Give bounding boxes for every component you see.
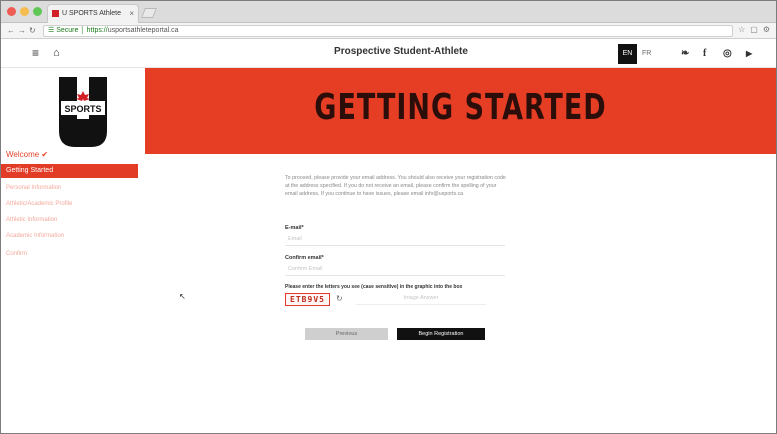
browser-tabbar: U SPORTS Athlete × xyxy=(1,1,776,23)
captcha-label: Please enter the letters you see (case s… xyxy=(285,284,463,290)
sidebar-item-getting-started[interactable]: Getting Started xyxy=(1,164,138,178)
sidebar-item-confirm[interactable]: Confirm xyxy=(6,251,27,257)
hero-banner: GETTING STARTED xyxy=(145,68,776,154)
new-tab-button[interactable] xyxy=(141,8,157,18)
tab-close-icon[interactable]: × xyxy=(129,5,134,22)
url-input[interactable]: ☰ Secure │ https://usportsathleteportal.… xyxy=(43,25,733,37)
back-icon[interactable]: ← xyxy=(7,25,15,36)
menu-icon[interactable]: ≡ xyxy=(32,47,39,59)
begin-registration-button[interactable]: Begin Registration xyxy=(397,328,485,340)
browser-window: U SPORTS Athlete × ← → ↻ ☰ Secure │ http… xyxy=(0,0,777,434)
language-en-button[interactable]: EN xyxy=(618,44,637,64)
minimize-window-button[interactable] xyxy=(20,7,29,16)
address-bar-row: ← → ↻ ☰ Secure │ https://usportsathletep… xyxy=(1,23,776,39)
browser-tab[interactable]: U SPORTS Athlete × xyxy=(47,4,139,23)
site-header: ≡ ⌂ Prospective Student-Athlete EN FR ❧ … xyxy=(1,39,776,68)
captcha-refresh-icon[interactable]: ↻ xyxy=(336,294,343,304)
email-label: E-mail* xyxy=(285,225,304,231)
tab-title: U SPORTS Athlete xyxy=(62,10,122,17)
confirm-email-field[interactable]: Confirm Email xyxy=(285,263,505,276)
email-field[interactable]: Email xyxy=(285,233,505,246)
intro-text: To proceed, please provide your email ad… xyxy=(285,175,506,197)
twitter-icon[interactable]: ❧ xyxy=(681,48,689,59)
facebook-icon[interactable]: f xyxy=(703,48,706,59)
bookmark-star-icon[interactable]: ☆ xyxy=(738,25,745,34)
sidebar-item-athletic-information[interactable]: Athletic Information xyxy=(6,217,57,223)
url-host: usportsathleteportal.ca xyxy=(107,27,179,34)
window-controls xyxy=(7,7,42,16)
logo-text: SPORTS xyxy=(64,104,101,114)
reload-icon[interactable]: ↻ xyxy=(29,25,36,36)
settings-icon[interactable]: ⚙ xyxy=(763,25,770,34)
banner-title: GETTING STARTED xyxy=(314,86,607,129)
maximize-window-button[interactable] xyxy=(33,7,42,16)
sidebar-item-personal-information[interactable]: Personal Information xyxy=(6,185,61,191)
youtube-icon[interactable]: ▶ xyxy=(746,48,752,59)
favicon-icon xyxy=(52,10,59,17)
browser-toolbar-icons: ☆ ▢ ⚙ xyxy=(738,25,770,34)
page-title: Prospective Student-Athlete xyxy=(334,46,468,57)
mouse-cursor-icon: ↖ xyxy=(179,292,186,301)
instagram-icon[interactable]: ◎ xyxy=(723,48,732,59)
url-prefix: ☰ Secure │ https:// xyxy=(48,27,108,34)
usports-logo[interactable]: SPORTS xyxy=(55,75,111,149)
home-icon[interactable]: ⌂ xyxy=(53,47,60,59)
captcha-answer-input[interactable]: Image Answer xyxy=(356,292,486,305)
confirm-email-label: Confirm email* xyxy=(285,255,324,261)
extension-icon[interactable]: ▢ xyxy=(750,25,758,34)
sidebar-item-athletic-academic-profile[interactable]: Athletic/Academic Profile xyxy=(6,201,72,207)
captcha-image: ETB9V5 xyxy=(285,293,330,306)
previous-button[interactable]: Previous xyxy=(305,328,388,340)
forward-icon[interactable]: → xyxy=(18,25,26,36)
usports-logo-graphic: SPORTS xyxy=(59,77,107,147)
close-window-button[interactable] xyxy=(7,7,16,16)
sidebar-item-welcome[interactable]: Welcome ✔ xyxy=(6,150,48,159)
sidebar-item-academic-information[interactable]: Academic Information xyxy=(6,233,64,239)
language-fr-button[interactable]: FR xyxy=(642,44,651,64)
maple-leaf-icon xyxy=(76,91,90,101)
